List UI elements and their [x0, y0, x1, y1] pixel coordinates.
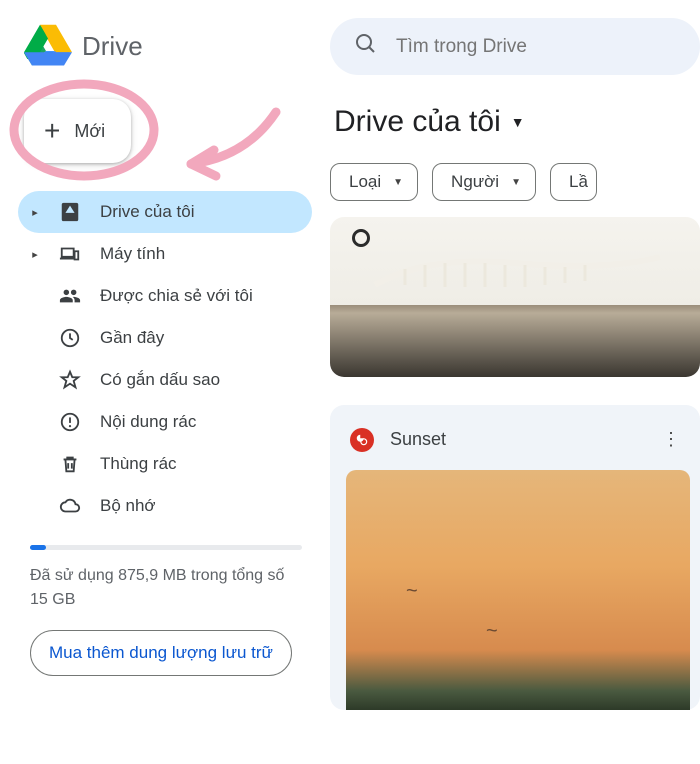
sidebar: Drive + Mới ▸ Drive của tôi ▸ Máy tính	[0, 0, 330, 764]
buy-storage-button[interactable]: Mua thêm dung lượng lưu trữ	[30, 630, 292, 676]
search-input[interactable]	[396, 36, 676, 58]
people-icon	[58, 284, 82, 308]
caret-right-icon: ▸	[30, 206, 40, 219]
sidebar-item-label: Máy tính	[100, 244, 165, 264]
sidebar-item-label: Gần đây	[100, 328, 164, 348]
sidebar-item-starred[interactable]: Có gắn dấu sao	[18, 359, 312, 401]
drive-icon	[58, 200, 82, 224]
sidebar-item-shared[interactable]: Được chia sẻ với tôi	[18, 275, 312, 317]
clock-icon	[58, 326, 82, 350]
caret-down-icon: ▼	[393, 177, 403, 188]
more-options-button[interactable]: ⋮	[656, 423, 686, 456]
search-icon	[354, 32, 378, 61]
storage-bar	[30, 545, 302, 550]
sidebar-item-recent[interactable]: Gần đây	[18, 317, 312, 359]
filter-modified[interactable]: Lầ	[550, 163, 597, 201]
sidebar-item-trash[interactable]: Thùng rác	[18, 443, 312, 485]
filter-type[interactable]: Loại▼	[330, 163, 418, 201]
page-title: Drive của tôi	[334, 105, 501, 139]
brand[interactable]: Drive	[0, 12, 330, 91]
sidebar-item-label: Thùng rác	[100, 454, 177, 474]
suggested-thumbnail[interactable]	[330, 217, 700, 377]
sidebar-item-computers[interactable]: ▸ Máy tính	[18, 233, 312, 275]
sidebar-item-label: Nội dung rác	[100, 412, 196, 432]
new-button[interactable]: + Mới	[24, 99, 131, 163]
storage-section: Đã sử dụng 875,9 MB trong tổng số 15 GB …	[0, 527, 330, 676]
drive-logo-icon	[24, 22, 72, 71]
caret-down-icon: ▼	[511, 114, 525, 130]
caret-down-icon: ▼	[511, 177, 521, 188]
sidebar-item-storage[interactable]: Bộ nhớ	[18, 485, 312, 527]
cloud-icon	[58, 494, 82, 518]
plus-icon: +	[44, 117, 60, 145]
sidebar-item-label: Bộ nhớ	[100, 496, 156, 516]
filter-chips: Loại▼ Người▼ Lầ	[330, 163, 700, 217]
file-thumbnail	[346, 470, 690, 710]
image-type-icon	[350, 428, 374, 452]
search-bar[interactable]	[330, 18, 700, 75]
caret-right-icon: ▸	[30, 248, 40, 261]
devices-icon	[58, 242, 82, 266]
file-title: Sunset	[390, 429, 640, 450]
file-card-sunset[interactable]: Sunset ⋮	[330, 405, 700, 710]
sidebar-item-spam[interactable]: Nội dung rác	[18, 401, 312, 443]
star-icon	[58, 368, 82, 392]
more-vertical-icon: ⋮	[662, 429, 680, 449]
filter-people[interactable]: Người▼	[432, 163, 536, 201]
brand-title: Drive	[82, 31, 143, 62]
sidebar-item-my-drive[interactable]: ▸ Drive của tôi	[18, 191, 312, 233]
page-title-dropdown[interactable]: Drive của tôi ▼	[330, 105, 700, 163]
storage-text: Đã sử dụng 875,9 MB trong tổng số 15 GB	[30, 564, 302, 612]
sidebar-nav: ▸ Drive của tôi ▸ Máy tính Được chia sẻ …	[0, 187, 330, 527]
sidebar-item-label: Có gắn dấu sao	[100, 370, 220, 390]
main-content: Drive của tôi ▼ Loại▼ Người▼ Lầ Sunset ⋮	[330, 0, 700, 764]
trash-icon	[58, 452, 82, 476]
new-button-label: Mới	[74, 121, 105, 142]
sidebar-item-label: Drive của tôi	[100, 202, 194, 222]
spam-icon	[58, 410, 82, 434]
sidebar-item-label: Được chia sẻ với tôi	[100, 286, 253, 306]
